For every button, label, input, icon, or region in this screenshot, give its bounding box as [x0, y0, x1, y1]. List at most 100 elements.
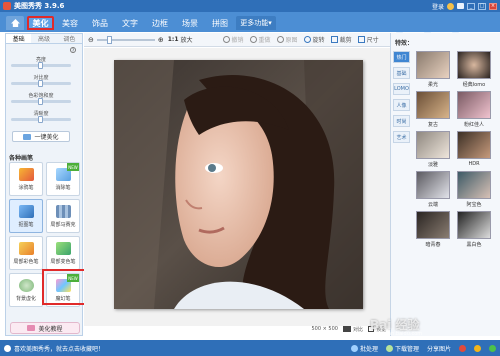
category-portrait[interactable]: 人像 — [393, 99, 410, 111]
effect-cloud[interactable]: 云端 — [416, 171, 450, 208]
effect-retro[interactable]: 复古 — [416, 91, 450, 128]
zoom-out-icon[interactable]: ⊖ — [88, 36, 94, 44]
effect-classic-lomo[interactable]: 经典lomo — [457, 51, 491, 88]
compare-icon — [342, 326, 351, 332]
tool-doodle-pen[interactable]: 涂鸦笔 — [9, 162, 43, 196]
brightness-track[interactable] — [11, 62, 71, 69]
effect-dark-youth[interactable]: NEW 暗青春 — [416, 211, 450, 248]
effect-black-white[interactable]: 黑白色 — [457, 211, 491, 248]
contrast-slider[interactable]: 对比度 — [11, 74, 71, 87]
close-button[interactable]: × — [489, 2, 497, 10]
tab-frame[interactable]: 边框 — [147, 16, 173, 30]
highlight-box — [42, 269, 86, 305]
zoom-knob[interactable] — [106, 35, 112, 44]
compare-label: 对比 — [352, 326, 363, 333]
effects-title: 特效： — [395, 40, 414, 47]
saturation-slider[interactable]: 色彩饱和度 — [11, 92, 71, 105]
login-link[interactable]: 登录 — [432, 2, 444, 11]
category-hot[interactable]: 热门 — [393, 51, 410, 63]
sharpness-track[interactable] — [11, 116, 71, 123]
category-fashion[interactable]: 时尚 — [393, 115, 410, 127]
contrast-knob[interactable] — [38, 80, 43, 87]
subtab-advanced[interactable]: 高级 — [31, 34, 56, 43]
category-basic[interactable]: 基础 — [393, 67, 410, 79]
tutorial-label: 美化教程 — [38, 325, 63, 333]
original-label: 原图 — [285, 37, 298, 44]
tool-cutout-pen[interactable]: 抠图笔 — [9, 199, 43, 233]
tab-beauty[interactable]: 美容 — [57, 16, 83, 30]
crop-button[interactable]: 裁剪 — [330, 35, 352, 44]
tool-local-color-pen[interactable]: 局部彩色笔 — [9, 236, 43, 270]
status-tip-text: 喜欢美图秀秀，就去点击收藏吧！ — [14, 345, 105, 353]
contrast-track[interactable] — [11, 80, 71, 87]
new-badge: NEW — [67, 163, 79, 171]
tab-more-functions[interactable]: 更多功能 ▾ — [236, 16, 276, 30]
effect-soft-light[interactable]: 柔光 — [416, 51, 450, 88]
crop-icon — [330, 36, 338, 43]
sina-weibo-icon[interactable] — [459, 344, 466, 352]
effect-label: 复古 — [427, 122, 438, 128]
brightness-slider[interactable]: 亮度 — [11, 56, 71, 69]
effect-hdr[interactable]: HDR — [457, 131, 491, 167]
beautify-tutorial-button[interactable]: 美化教程 — [10, 322, 80, 334]
bottom-status-bar: 喜欢美图秀秀，就去点击收藏吧！ 批处理 下载管理 分享图片 — [0, 340, 500, 356]
tab-collage[interactable]: 拼图 — [207, 16, 233, 30]
qzone-icon[interactable] — [474, 344, 481, 352]
tool-local-mosaic[interactable]: 局部马赛克 — [46, 199, 80, 233]
maximize-button[interactable]: □ — [478, 2, 486, 10]
saturation-track[interactable] — [11, 98, 71, 105]
color-brush-icon — [18, 241, 34, 255]
sharpness-knob[interactable] — [38, 116, 43, 123]
rotate-button[interactable]: 旋转 — [303, 35, 325, 44]
effect-label: HDR — [468, 161, 480, 167]
minimize-button[interactable]: _ — [467, 2, 475, 10]
tool-background-blur[interactable]: 背景虚化 — [9, 273, 43, 307]
category-lomo[interactable]: LOMO — [393, 83, 410, 95]
subtab-basic[interactable]: 基础 — [6, 34, 32, 43]
tab-beautify[interactable]: 美化 — [27, 16, 54, 30]
effect-label: 云端 — [427, 202, 438, 208]
share-image-button[interactable]: 分享图片 — [427, 344, 451, 353]
compare-button[interactable]: 对比 — [342, 326, 363, 333]
category-art[interactable]: 艺术 — [393, 131, 410, 143]
tool-eraser-pen[interactable]: NEW 消除笔 — [46, 162, 80, 196]
resize-button[interactable]: 尺寸 — [357, 35, 379, 44]
effect-pink-lady[interactable]: 粉红佳人 — [457, 91, 491, 128]
enlarge-label[interactable]: 放大 — [181, 35, 193, 44]
tab-scene[interactable]: 场景 — [177, 16, 203, 30]
tool-label: 局部彩色笔 — [13, 258, 39, 265]
batch-button[interactable]: 批处理 — [350, 344, 378, 353]
canvas-area[interactable] — [84, 48, 390, 326]
more-share-icon[interactable] — [489, 344, 496, 352]
tab-home[interactable] — [6, 16, 24, 30]
effects-panel: 特效： 热门 基础 LOMO 人像 时尚 艺术 柔光 经典lomo 复古 粉红佳… — [390, 33, 500, 336]
avatar-icon[interactable] — [447, 2, 454, 10]
photo-girl-portrait[interactable] — [114, 60, 363, 309]
redo-button[interactable]: 重做 — [249, 35, 271, 44]
status-tip[interactable]: 喜欢美图秀秀，就去点击收藏吧！ — [4, 344, 104, 353]
sharpness-slider[interactable]: 清晰度 — [11, 110, 71, 123]
auto-beautify-button[interactable]: 一键美化 — [12, 131, 70, 142]
zoom-slider[interactable] — [96, 35, 155, 44]
effect-elegant[interactable]: 淡雅 — [416, 131, 450, 168]
tab-text[interactable]: 文字 — [117, 16, 143, 30]
zoom-in-icon[interactable]: ⊕ — [158, 36, 164, 44]
chevron-down-icon: ▾ — [268, 19, 272, 27]
tutorial-icon — [27, 325, 36, 331]
doodle-pen-icon — [18, 167, 34, 181]
help-icon[interactable]: ? — [70, 47, 76, 53]
tab-accessory[interactable]: 饰品 — [87, 16, 113, 30]
tool-local-recolor-pen[interactable]: 局部变色笔 — [46, 236, 80, 270]
tool-label: 局部马赛克 — [50, 221, 76, 228]
message-icon[interactable] — [457, 3, 464, 9]
undo-button[interactable]: 撤销 — [222, 35, 244, 44]
effect-thumbnail — [457, 131, 491, 159]
effect-abao-color[interactable]: 阿宝色 — [457, 171, 491, 208]
subtab-color[interactable]: 调色 — [57, 34, 82, 43]
brightness-knob[interactable] — [38, 62, 43, 69]
saturation-knob[interactable] — [38, 98, 43, 105]
effect-label: 黑白色 — [466, 242, 482, 248]
original-button[interactable]: 原图 — [276, 35, 298, 44]
zoom-ratio[interactable]: 1:1 — [168, 36, 179, 43]
download-manager-button[interactable]: 下载管理 — [385, 344, 419, 353]
